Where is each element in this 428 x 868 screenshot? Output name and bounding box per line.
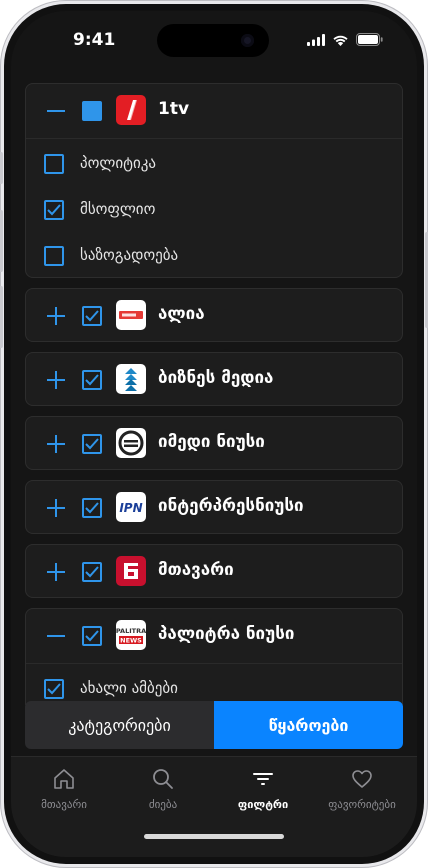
source-title: ინტერპრესნიუსი — [158, 496, 304, 516]
logo-mtavari — [116, 556, 146, 586]
logo-ipn: IPN — [116, 492, 146, 522]
category-checkbox[interactable] — [44, 200, 64, 220]
logo-imedi — [116, 428, 146, 458]
collapse-icon[interactable] — [44, 99, 68, 123]
category-item[interactable]: მსოფლიო — [26, 187, 402, 233]
battery-icon — [356, 33, 383, 46]
tab-label: ფილტრი — [237, 798, 289, 811]
source-header[interactable]: 1tv — [26, 84, 402, 138]
svg-text:PALITRA: PALITRA — [116, 627, 146, 635]
heart-icon — [312, 765, 412, 793]
source-group-business-media: ბიზნეს მედია — [25, 352, 403, 406]
status-bar: 9:41 — [11, 11, 417, 69]
svg-text:IPN: IPN — [119, 501, 142, 515]
source-title: ალია — [158, 304, 205, 324]
category-item[interactable]: ახალი ამბები — [26, 666, 402, 705]
source-header[interactable]: IPN ინტერპრესნიუსი — [26, 481, 402, 535]
source-group-interpressnews: IPN ინტერპრესნიუსი — [25, 480, 403, 534]
wifi-icon — [333, 35, 348, 46]
source-title: პალიტრა ნიუსი — [158, 624, 295, 644]
source-header[interactable]: მთავარი — [26, 545, 402, 599]
status-time: 9:41 — [73, 30, 116, 50]
category-checkbox[interactable] — [44, 246, 64, 266]
divider — [26, 663, 402, 664]
logo-business-media — [116, 364, 146, 394]
category-checkbox[interactable] — [44, 679, 64, 699]
logo-palitra: PALITRA NEWS — [116, 620, 146, 650]
source-title: ბიზნეს მედია — [158, 368, 274, 388]
category-label: პოლიტიკა — [80, 154, 156, 172]
expand-icon[interactable] — [44, 368, 68, 392]
category-item[interactable]: საზოგადოება — [26, 233, 402, 279]
tab-home[interactable]: მთავარი — [14, 765, 114, 811]
tab-label: ძიება — [148, 798, 178, 811]
sources-list[interactable]: 1tv პოლიტიკა მსოფლიო საზოგადოება ალია ბი… — [25, 83, 403, 705]
screen: 9:41 1tv პოლიტიკა მსოფლიო საზოგადოება ალ… — [11, 11, 417, 857]
categories-segment[interactable]: კატეგორიები — [25, 701, 214, 749]
source-checkbox[interactable] — [82, 306, 102, 326]
source-checkbox[interactable] — [82, 434, 102, 454]
category-label: მსოფლიო — [80, 200, 156, 218]
source-group-imedi-news: იმედი ნიუსი — [25, 416, 403, 470]
source-checkbox[interactable] — [82, 626, 102, 646]
home-indicator — [144, 834, 284, 839]
tab-label: ფავორიტები — [328, 798, 396, 811]
source-header[interactable]: ალია — [26, 289, 402, 343]
source-group-alia: ალია — [25, 288, 403, 342]
source-group-palitra-news: PALITRA NEWS პალიტრა ნიუსი ახალი ამბები — [25, 608, 403, 705]
tab-label: მთავარი — [41, 798, 87, 811]
tab-bar: მთავარი ძიება ფილტრი ფავორიტები — [11, 756, 417, 857]
volume-up-button — [0, 210, 3, 272]
dynamic-island — [157, 24, 269, 57]
source-checkbox[interactable] — [82, 498, 102, 518]
home-icon — [14, 765, 114, 793]
volume-down-button — [0, 286, 3, 348]
filter-icon — [213, 765, 313, 793]
source-checkbox[interactable] — [82, 562, 102, 582]
source-checkbox-partial[interactable] — [82, 101, 102, 121]
category-item[interactable]: პოლიტიკა — [26, 141, 402, 187]
expand-icon[interactable] — [44, 496, 68, 520]
logo-alia — [116, 300, 146, 330]
expand-icon[interactable] — [44, 432, 68, 456]
source-header[interactable]: PALITRA NEWS პალიტრა ნიუსი — [26, 609, 402, 663]
search-icon — [113, 765, 213, 793]
category-label: საზოგადოება — [80, 246, 179, 264]
source-group-1tv: 1tv პოლიტიკა მსოფლიო საზოგადოება — [25, 83, 403, 278]
tab-filter[interactable]: ფილტრი — [213, 765, 313, 811]
tab-search[interactable]: ძიება — [113, 765, 213, 811]
status-icons — [307, 33, 383, 46]
source-header[interactable]: ბიზნეს მედია — [26, 353, 402, 407]
camera-icon — [241, 34, 254, 47]
collapse-icon[interactable] — [44, 624, 68, 648]
source-title: 1tv — [158, 99, 190, 119]
divider — [26, 138, 402, 139]
sources-segment[interactable]: წყაროები — [214, 701, 403, 749]
expand-icon[interactable] — [44, 560, 68, 584]
source-group-mtavari: მთავარი — [25, 544, 403, 598]
category-label: ახალი ამბები — [80, 679, 178, 697]
expand-icon[interactable] — [44, 304, 68, 328]
phone-frame: 9:41 1tv პოლიტიკა მსოფლიო საზოგადოება ალ… — [0, 0, 428, 868]
source-checkbox[interactable] — [82, 370, 102, 390]
source-title: მთავარი — [158, 560, 234, 580]
source-title: იმედი ნიუსი — [158, 432, 265, 452]
source-header[interactable]: იმედი ნიუსი — [26, 417, 402, 471]
segmented-control: კატეგორიები წყაროები — [25, 701, 403, 749]
tab-favorites[interactable]: ფავორიტები — [312, 765, 412, 811]
svg-text:NEWS: NEWS — [120, 637, 142, 645]
signal-icon — [307, 33, 325, 46]
category-checkbox[interactable] — [44, 154, 64, 174]
logo-1tv — [116, 95, 146, 125]
mute-switch — [0, 152, 3, 184]
